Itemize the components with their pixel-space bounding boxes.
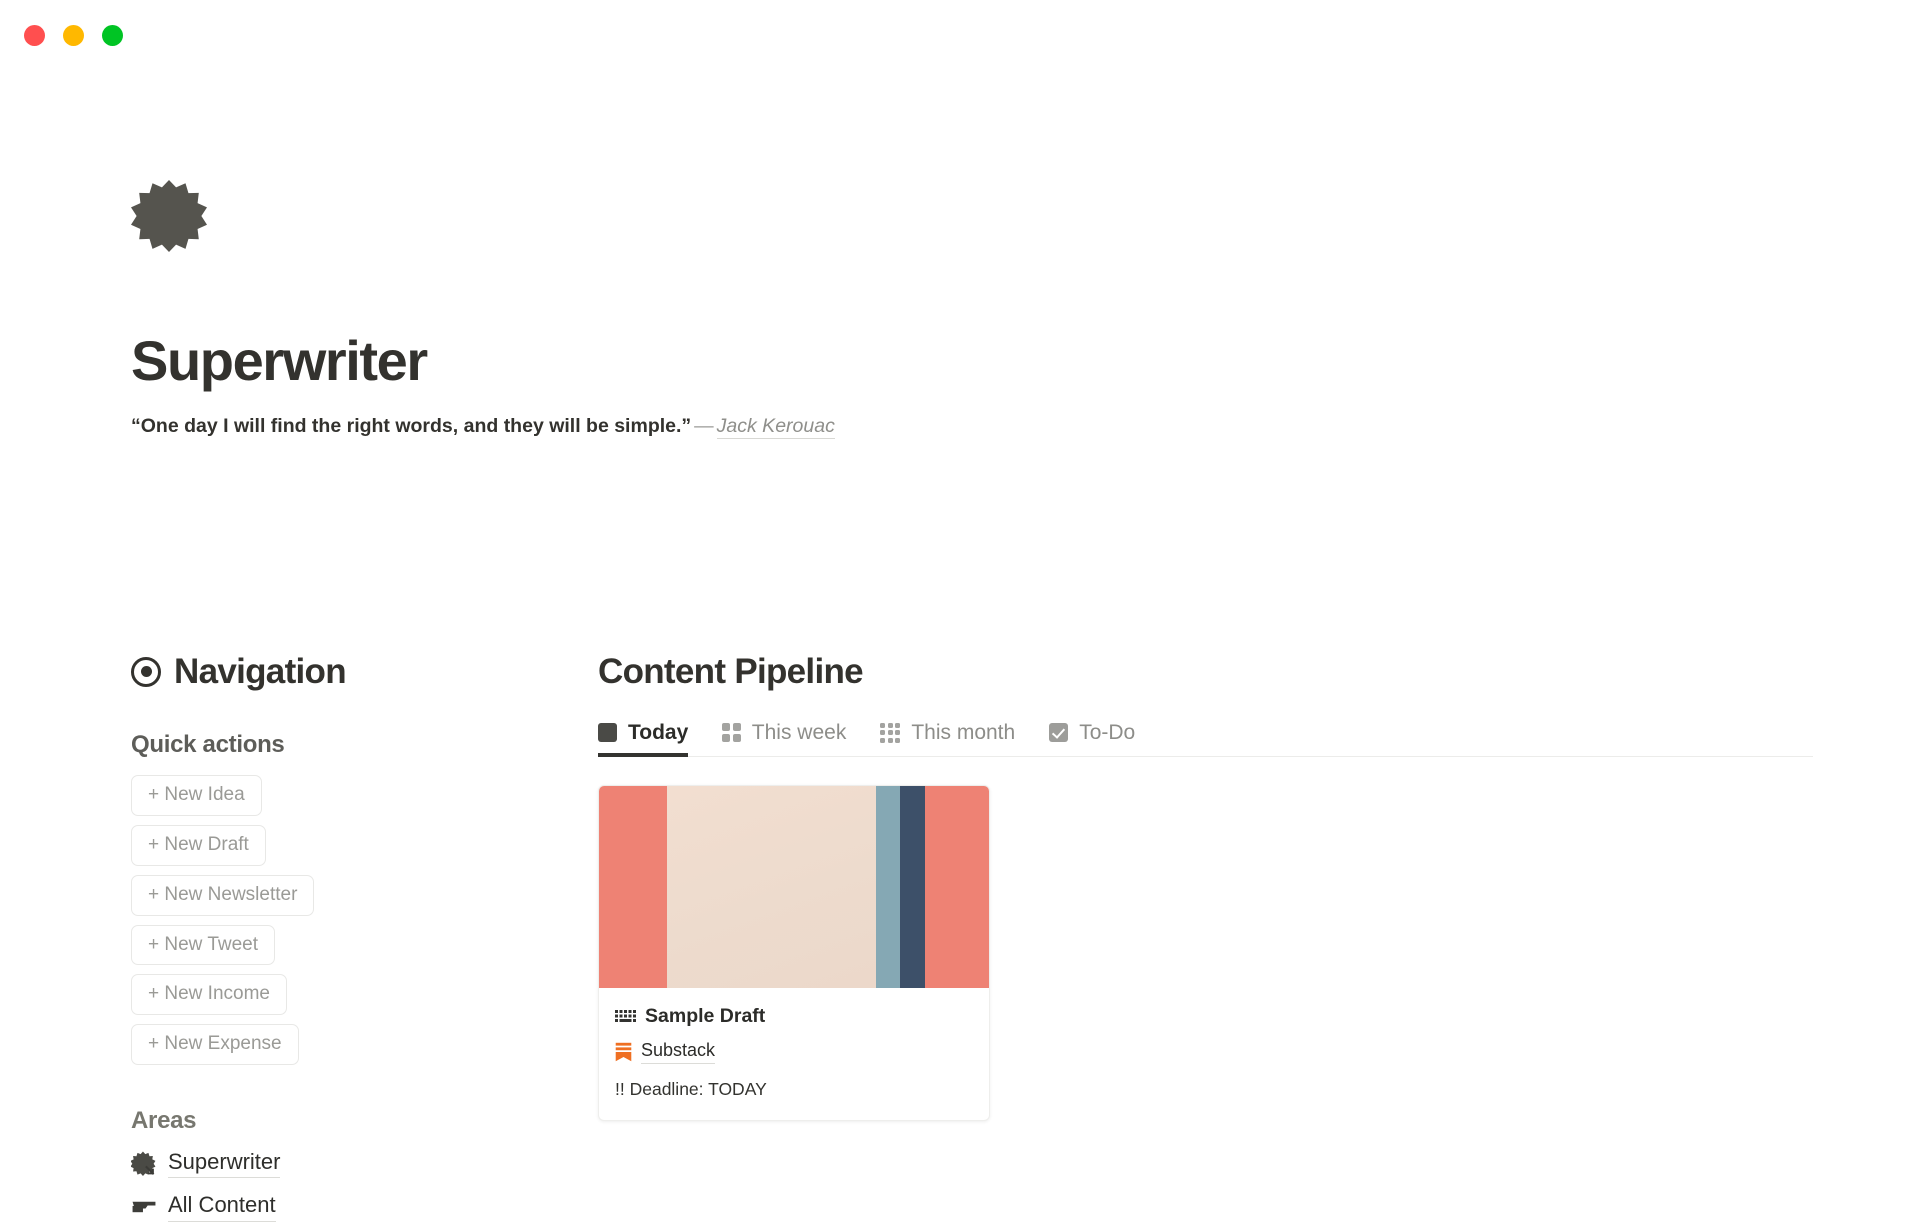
new-tweet-button[interactable]: + New Tweet xyxy=(131,924,276,966)
content-pipeline-heading-label: Content Pipeline xyxy=(598,652,864,691)
new-idea-button[interactable]: + New Idea xyxy=(131,775,262,816)
card-body: Sample Draft Substack !! Deadline: TODAY xyxy=(599,988,989,1120)
area-item-superwriter[interactable]: Superwriter xyxy=(131,1149,461,1179)
tab-today[interactable]: Today xyxy=(598,721,689,758)
areas-heading: Areas xyxy=(131,1107,197,1135)
quick-actions-heading: Quick actions xyxy=(131,731,285,758)
card-deadline-text: !! Deadline: TODAY xyxy=(615,1079,767,1100)
new-expense-button[interactable]: + New Expense xyxy=(131,1024,299,1066)
tab-label: To-Do xyxy=(1079,721,1136,744)
cover-band-5 xyxy=(924,786,989,989)
tab-this-week[interactable]: This week xyxy=(722,721,846,756)
new-income-button[interactable]: + New Income xyxy=(131,974,287,1016)
tab-label: This week xyxy=(751,721,847,744)
burst-arrow-icon xyxy=(131,1151,156,1176)
card-cover-image xyxy=(599,786,989,989)
area-label: Superwriter xyxy=(168,1149,281,1179)
new-newsletter-button[interactable]: + New Newsletter xyxy=(131,874,315,916)
content-pipeline-tabs: Today This week This month To-Do xyxy=(598,721,1813,758)
maximize-window-button[interactable] xyxy=(102,25,123,46)
page-content: Superwriter “One day I will find the rig… xyxy=(0,62,1920,1222)
hero-quote: “One day I will find the right words, an… xyxy=(131,413,835,439)
cover-band-1 xyxy=(599,786,668,989)
new-draft-button[interactable]: + New Draft xyxy=(131,824,266,866)
page-title: Superwriter xyxy=(131,329,428,392)
card-publication-row: Substack xyxy=(615,1040,973,1065)
cover-band-2 xyxy=(667,786,876,989)
quote-text: “One day I will find the right words, an… xyxy=(131,414,692,437)
filled-square-icon xyxy=(598,723,617,743)
navigation-column: Navigation Quick actions + New Idea + Ne… xyxy=(131,654,461,1222)
content-pipeline-heading: Content Pipeline xyxy=(598,654,1813,689)
close-window-button[interactable] xyxy=(24,25,45,46)
content-pipeline-column: Content Pipeline Today This week This mo… xyxy=(598,654,1813,1122)
tab-label: Today xyxy=(628,721,689,744)
window-titlebar xyxy=(0,0,1920,62)
checkbox-icon xyxy=(1049,723,1069,743)
area-label: All Content xyxy=(168,1192,276,1222)
tab-label: This month xyxy=(911,721,1016,744)
grid-2x2-icon xyxy=(722,723,741,742)
keyboard-icon xyxy=(615,1010,636,1023)
substack-icon xyxy=(615,1043,632,1062)
area-item-all-content[interactable]: All Content xyxy=(131,1192,461,1222)
quote-author[interactable]: Jack Kerouac xyxy=(716,414,835,439)
tab-to-do[interactable]: To-Do xyxy=(1049,721,1135,756)
tab-this-month[interactable]: This month xyxy=(880,721,1015,756)
minimize-window-button[interactable] xyxy=(63,25,84,46)
navigation-heading: Navigation xyxy=(131,654,461,689)
areas-list: Superwriter All Content xyxy=(131,1149,461,1222)
quick-actions-list: + New Idea + New Draft + New Newsletter … xyxy=(131,775,461,1066)
burst-star-icon xyxy=(131,180,207,253)
card-title: Sample Draft xyxy=(645,1005,766,1028)
tray-folder-icon xyxy=(132,1201,156,1213)
content-card-sample-draft[interactable]: Sample Draft Substack !! Deadline: TODAY xyxy=(598,785,990,1122)
cover-band-4 xyxy=(900,786,925,989)
cover-band-3 xyxy=(875,786,901,989)
card-title-row: Sample Draft xyxy=(615,1005,973,1028)
navigation-heading-label: Navigation xyxy=(174,652,347,691)
traffic-light-group xyxy=(24,25,123,46)
hero-section: Superwriter “One day I will find the rig… xyxy=(131,180,835,439)
card-publication-label[interactable]: Substack xyxy=(641,1040,716,1065)
grid-3x3-icon xyxy=(880,722,901,743)
quote-dash: — xyxy=(694,414,714,437)
target-circle-icon xyxy=(131,656,161,687)
